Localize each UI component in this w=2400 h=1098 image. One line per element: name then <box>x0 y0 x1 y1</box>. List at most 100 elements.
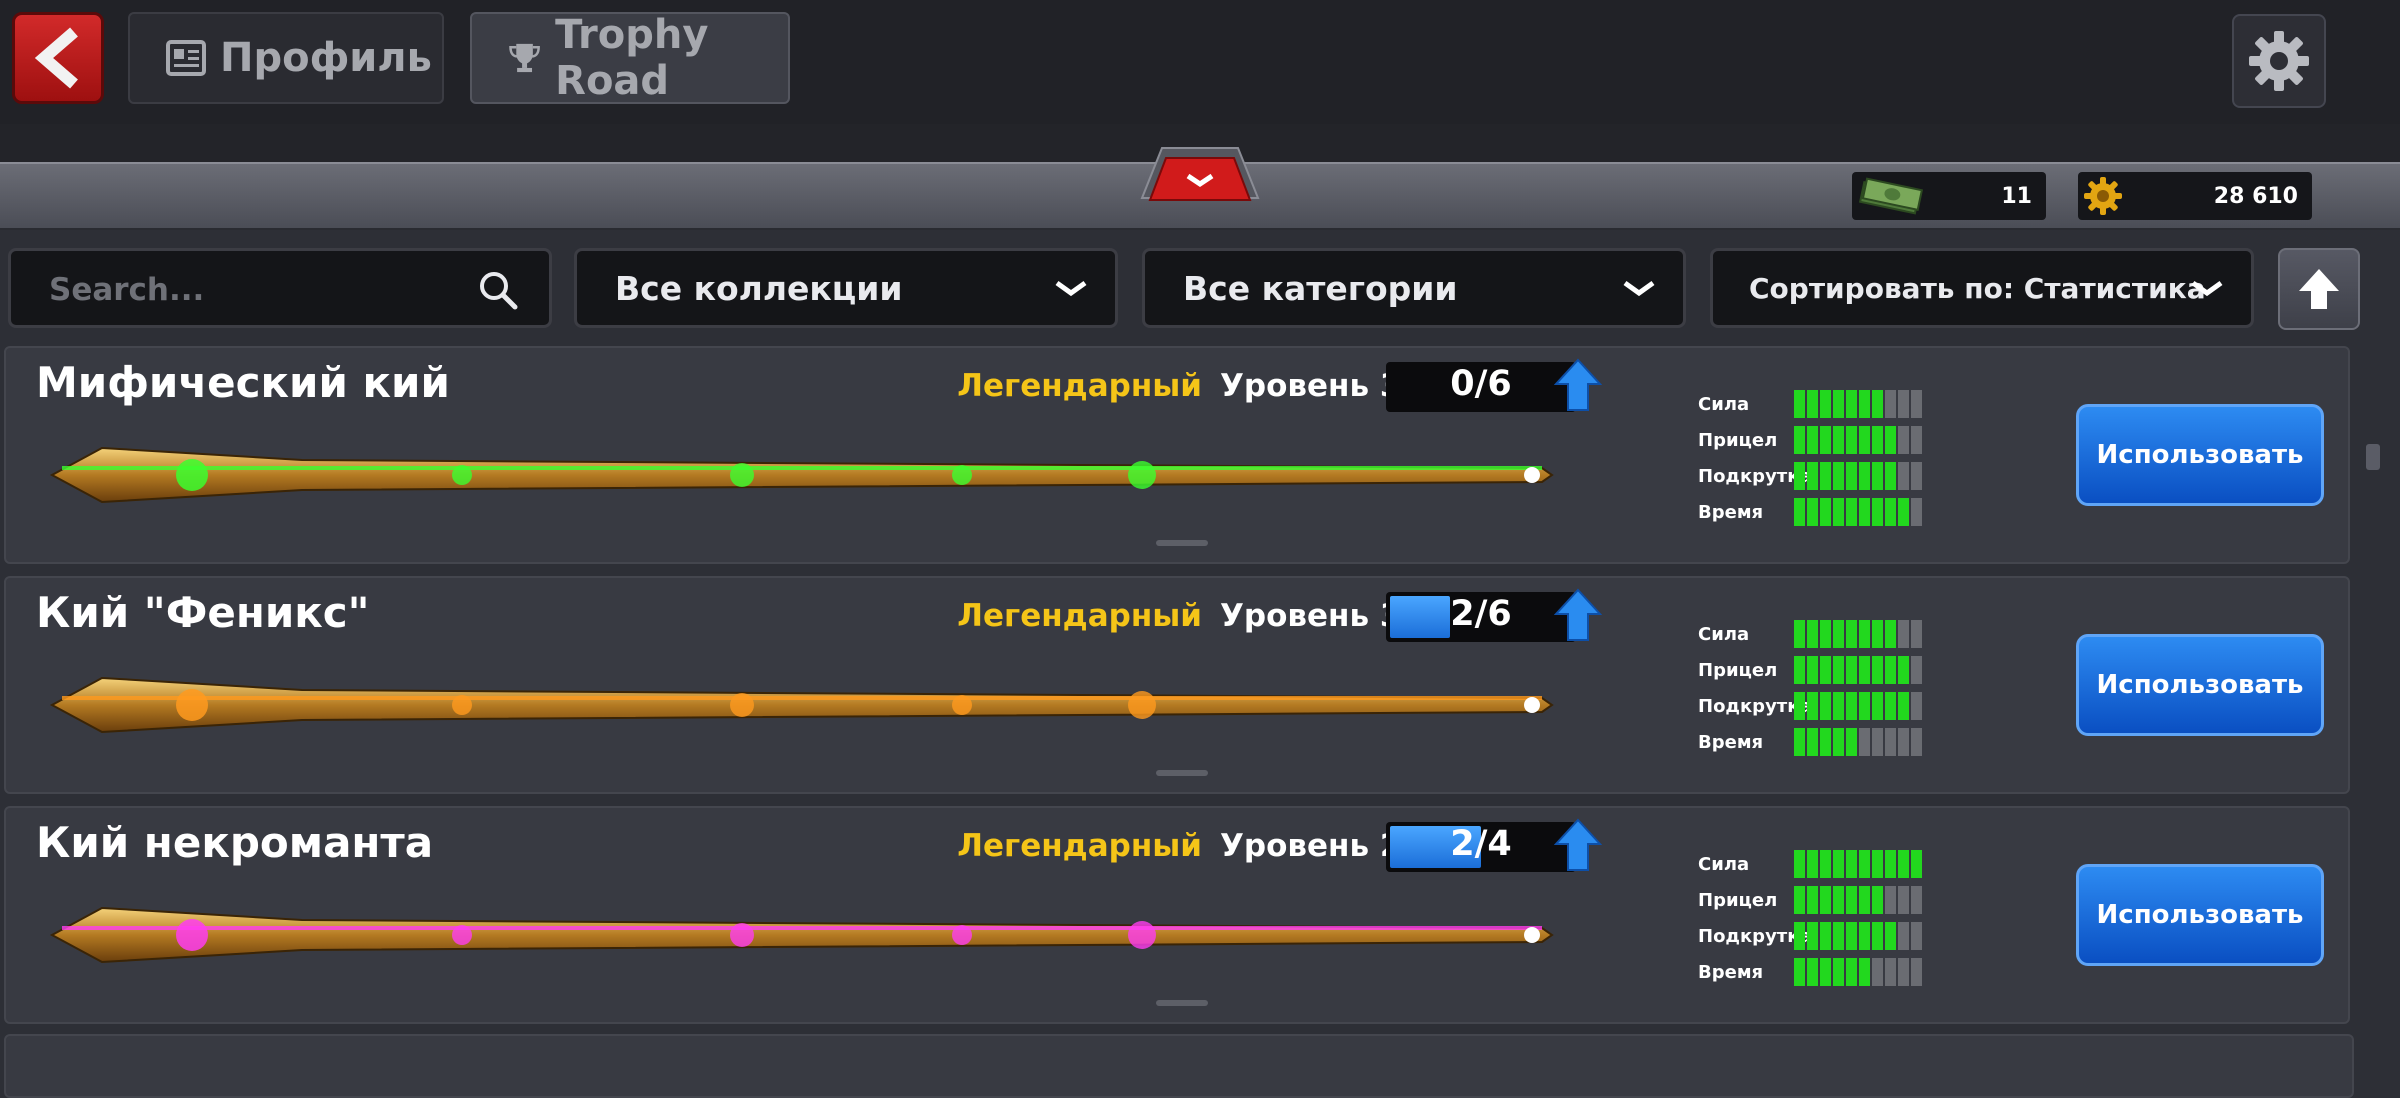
list-item-partial <box>4 1034 2354 1098</box>
use-cue-button[interactable]: Использовать <box>2076 864 2324 966</box>
trophy-icon <box>509 43 540 73</box>
card-expand-handle[interactable] <box>1156 1000 1208 1006</box>
stat-bar-segment <box>1898 728 1909 756</box>
upgrade-arrow-icon[interactable] <box>1554 358 1602 412</box>
stat-bar-segment <box>1898 850 1909 878</box>
scrollbar-thumb[interactable] <box>2366 444 2380 470</box>
stat-bar-segment <box>1911 462 1922 490</box>
upgrade-arrow-icon[interactable] <box>1554 588 1602 642</box>
cue-card[interactable]: Мифический кий Легендарный Уровень 3 0/6 Сил… <box>4 346 2350 564</box>
stat-bar-segment <box>1807 462 1818 490</box>
stat-bar-segment <box>1859 462 1870 490</box>
upgrade-progress-bar: 2/4 <box>1386 822 1576 872</box>
stat-bar-segment <box>1885 390 1896 418</box>
stat-bar-segment <box>1794 886 1805 914</box>
stat-bar-segment <box>1911 656 1922 684</box>
coins-counter[interactable]: 28 610 <box>2078 172 2312 220</box>
stat-bar-segment <box>1820 958 1831 986</box>
level-label: Уровень 3 <box>1220 368 1402 404</box>
level-label: Уровень 2 <box>1220 828 1402 864</box>
upgrade-arrow-icon[interactable] <box>1554 818 1602 872</box>
stat-bar-segment <box>1885 620 1896 648</box>
stat-bar-segment <box>1833 692 1844 720</box>
stat-bar-segment <box>1872 498 1883 526</box>
tab-profile[interactable]: Профиль <box>128 12 444 104</box>
stat-bar-segment <box>1833 922 1844 950</box>
stat-bar-segment <box>1846 620 1857 648</box>
stat-bar-segment <box>1794 850 1805 878</box>
use-cue-button[interactable]: Использовать <box>2076 634 2324 736</box>
stat-bar-segment <box>1911 498 1922 526</box>
card-expand-handle[interactable] <box>1156 770 1208 776</box>
stat-bar-segment <box>1833 728 1844 756</box>
cue-image <box>49 676 1554 734</box>
stat-bar-segment <box>1859 498 1870 526</box>
stat-bar-segment <box>1846 462 1857 490</box>
stat-bar-segment <box>1885 922 1896 950</box>
stat-bar-segment <box>1820 620 1831 648</box>
stat-bar-segment <box>1898 426 1909 454</box>
stat-bar-segment <box>1872 390 1883 418</box>
stat-bar-segment <box>1794 390 1805 418</box>
stat-bar-segment <box>1898 390 1909 418</box>
use-cue-button-label: Использовать <box>2096 670 2304 700</box>
stat-bar-segment <box>1794 728 1805 756</box>
stat-bar-segment <box>1807 958 1818 986</box>
use-cue-button[interactable]: Использовать <box>2076 404 2324 506</box>
stat-bar-segment <box>1898 620 1909 648</box>
stat-label: Сила <box>1698 394 1750 415</box>
search-input[interactable] <box>47 269 471 311</box>
stat-bar-segment <box>1820 656 1831 684</box>
stat-bar-segment <box>1898 462 1909 490</box>
stat-bar-segment <box>1807 692 1818 720</box>
rarity-label: Легендарный <box>957 828 1202 864</box>
stat-bar-segment <box>1872 620 1883 648</box>
stat-bar-segment <box>1911 426 1922 454</box>
stat-bar <box>1794 498 1922 526</box>
cash-value: 11 <box>2001 183 2032 209</box>
cue-card[interactable]: Кий "Феникс" Легендарный Уровень 3 2/6 Сила П… <box>4 576 2350 794</box>
stat-bar-segment <box>1911 850 1922 878</box>
tab-trophy-road[interactable]: Trophy Road <box>470 12 790 104</box>
categories-dropdown[interactable]: Все категории <box>1142 248 1686 328</box>
cash-counter[interactable]: 11 <box>1852 172 2046 220</box>
stat-bar-segment <box>1859 390 1870 418</box>
settings-button[interactable] <box>2232 14 2326 108</box>
stat-bar-segment <box>1859 958 1870 986</box>
stat-bar-segment <box>1859 886 1870 914</box>
categories-dropdown-value: Все категории <box>1183 268 1458 308</box>
progress-text: 2/4 <box>1450 824 1512 864</box>
sort-direction-button[interactable] <box>2278 248 2360 330</box>
stat-bar-segment <box>1794 426 1805 454</box>
stat-bar-segment <box>1820 462 1831 490</box>
stat-bar-segment <box>1846 728 1857 756</box>
card-expand-handle[interactable] <box>1156 540 1208 546</box>
stat-bar <box>1794 958 1922 986</box>
chevron-down-icon <box>2191 280 2223 297</box>
stat-bar-segment <box>1820 390 1831 418</box>
collapse-panel-button[interactable] <box>1138 142 1262 212</box>
coin-icon <box>2084 177 2122 215</box>
sort-dropdown[interactable]: Сортировать по: Статистика <box>1710 248 2254 328</box>
stat-bar-segment <box>1846 958 1857 986</box>
stat-bar-segment <box>1807 426 1818 454</box>
stat-bar-segment <box>1846 498 1857 526</box>
stat-bar-segment <box>1846 886 1857 914</box>
search-icon[interactable] <box>477 269 519 311</box>
stat-label: Прицел <box>1698 660 1778 681</box>
stat-bar-segment <box>1807 728 1818 756</box>
stat-bar-segment <box>1807 656 1818 684</box>
cue-card[interactable]: Кий некроманта Легендарный Уровень 2 2/4 Сил… <box>4 806 2350 1024</box>
stat-bar-segment <box>1885 426 1896 454</box>
chevron-down-icon <box>1055 280 1087 297</box>
stat-bar-segment <box>1846 922 1857 950</box>
stat-bar-segment <box>1794 958 1805 986</box>
stat-bar-segment <box>1911 728 1922 756</box>
back-button[interactable] <box>12 12 104 104</box>
collections-dropdown[interactable]: Все коллекции <box>574 248 1118 328</box>
stat-bar-segment <box>1898 922 1909 950</box>
stat-bar-segment <box>1872 958 1883 986</box>
stat-bar-segment <box>1885 886 1896 914</box>
profile-card-icon <box>166 40 206 76</box>
arrow-up-icon <box>2299 269 2339 309</box>
